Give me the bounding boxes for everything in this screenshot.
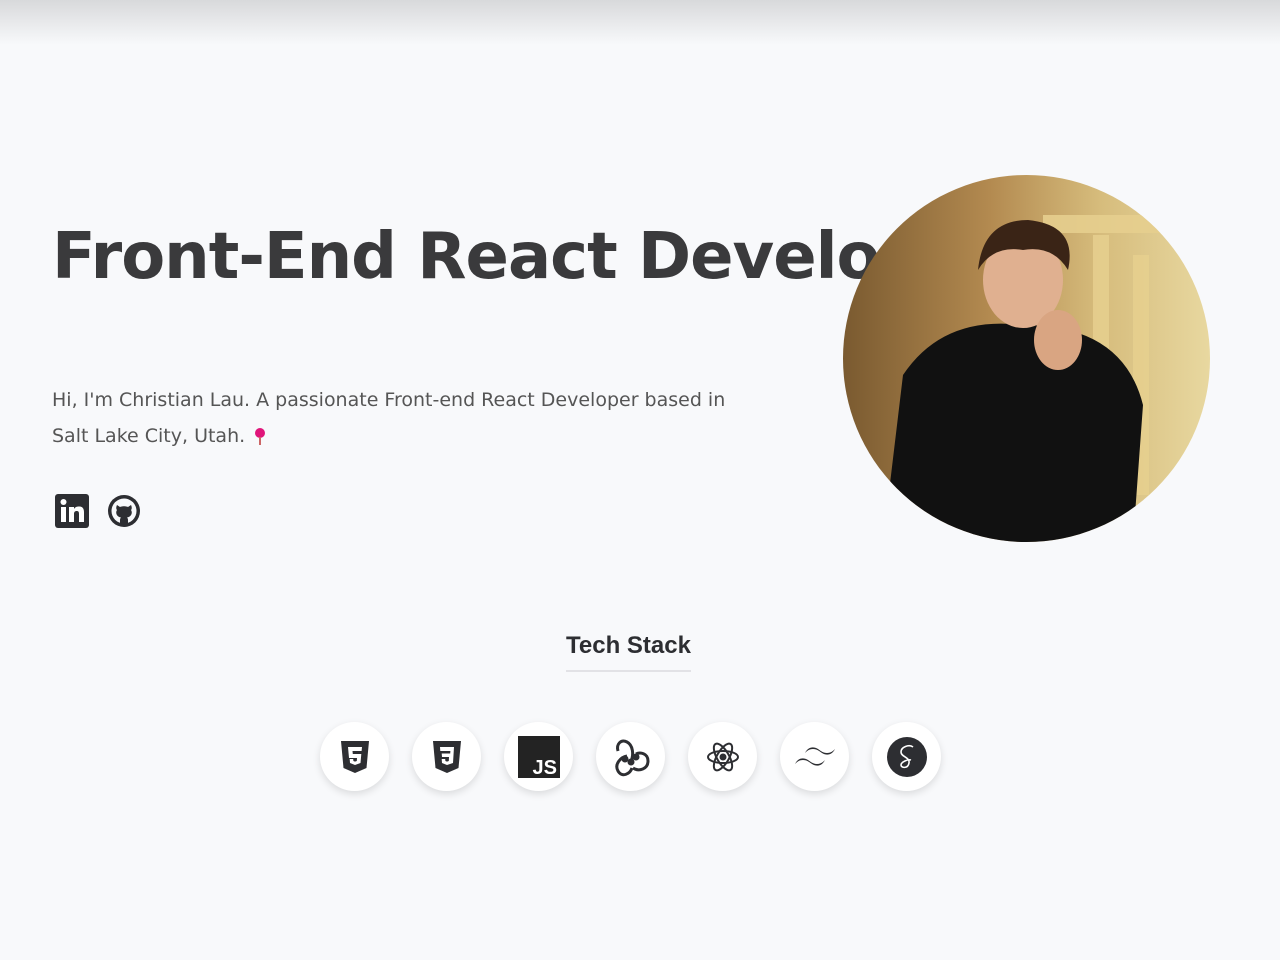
linkedin-link[interactable] (54, 493, 90, 529)
react-icon (706, 742, 739, 771)
tech-sass (872, 722, 941, 791)
svg-text:JS: JS (532, 757, 556, 778)
profile-photo (843, 175, 1210, 542)
tech-stack-list: JS (320, 722, 941, 791)
intro-body: Hi, I'm Christian Lau. A passionate Fron… (52, 389, 726, 447)
tech-javascript: JS (504, 722, 573, 791)
tailwind-icon (794, 746, 835, 766)
redux-icon (614, 739, 650, 776)
css3-icon (432, 740, 461, 773)
tech-redux (596, 722, 665, 791)
sass-icon (886, 736, 927, 777)
linkedin-icon (55, 494, 89, 528)
social-links (54, 493, 142, 529)
tech-stack-heading: Tech Stack (566, 632, 691, 672)
github-icon (108, 495, 140, 527)
html5-icon (340, 740, 369, 773)
navbar-shadow (0, 0, 1280, 45)
profile-photo-image (883, 215, 1210, 542)
tech-css3 (412, 722, 481, 791)
intro-text: Hi, I'm Christian Lau. A passionate Fron… (52, 382, 732, 454)
tech-react (688, 722, 757, 791)
github-link[interactable] (106, 493, 142, 529)
tech-tailwind (780, 722, 849, 791)
location-pin-icon (255, 428, 266, 445)
tech-html5 (320, 722, 389, 791)
page-title: Front-End React Developer (52, 220, 998, 294)
javascript-icon: JS (517, 735, 560, 778)
